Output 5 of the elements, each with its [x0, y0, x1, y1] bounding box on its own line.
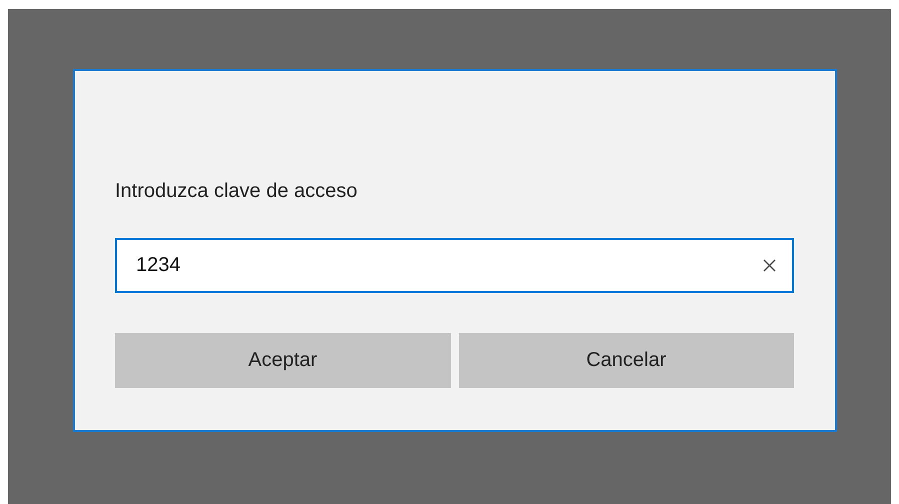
accept-button[interactable]: Aceptar	[115, 333, 450, 388]
cancel-button[interactable]: Cancelar	[458, 333, 794, 388]
password-field[interactable]: 1234	[115, 238, 794, 293]
prompt-label: Introduzca clave de acceso	[115, 179, 358, 203]
clear-icon[interactable]	[763, 259, 776, 272]
